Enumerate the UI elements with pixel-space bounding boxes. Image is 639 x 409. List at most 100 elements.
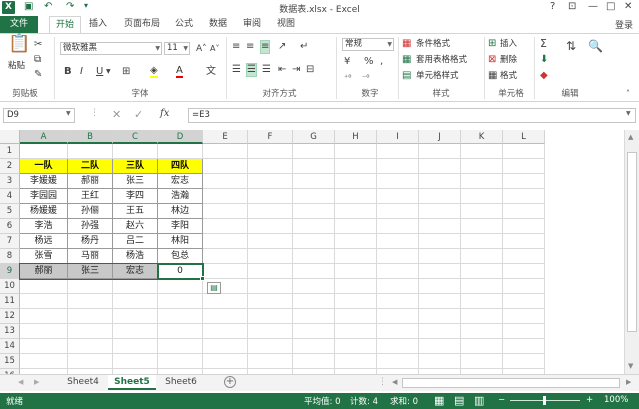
cell-E6[interactable]: [203, 219, 248, 234]
cell-J2[interactable]: [419, 159, 461, 174]
cell-C11[interactable]: [113, 294, 158, 309]
merge-center-icon[interactable]: ⊟: [306, 64, 314, 76]
number-format-select[interactable]: 常规 ▼: [342, 38, 394, 51]
cell-G10[interactable]: [293, 279, 335, 294]
cell-H15[interactable]: [335, 354, 377, 369]
cell-C4[interactable]: 李四: [113, 189, 158, 204]
cell-I4[interactable]: [377, 189, 419, 204]
cell-I13[interactable]: [377, 324, 419, 339]
row-header[interactable]: 5: [0, 204, 20, 219]
font-name-select[interactable]: 微软雅黑 ▼: [60, 42, 162, 55]
cell-B8[interactable]: 马丽: [68, 249, 113, 264]
cell-K11[interactable]: [461, 294, 503, 309]
name-box[interactable]: D9: [3, 108, 75, 123]
increase-font-icon[interactable]: A˄: [196, 43, 207, 55]
align-top-icon[interactable]: ≡: [232, 41, 240, 53]
column-header[interactable]: C: [113, 130, 158, 144]
cell-K15[interactable]: [461, 354, 503, 369]
cell-K10[interactable]: [461, 279, 503, 294]
cell-I15[interactable]: [377, 354, 419, 369]
cell-C10[interactable]: [113, 279, 158, 294]
cell-F2[interactable]: [248, 159, 293, 174]
cell-C8[interactable]: 杨浩: [113, 249, 158, 264]
cell-F5[interactable]: [248, 204, 293, 219]
cell-D12[interactable]: [158, 309, 203, 324]
cell-H7[interactable]: [335, 234, 377, 249]
cell-G13[interactable]: [293, 324, 335, 339]
cell-C5[interactable]: 王五: [113, 204, 158, 219]
cell-E14[interactable]: [203, 339, 248, 354]
page-layout-view-icon[interactable]: ▤: [454, 394, 464, 407]
cell-B13[interactable]: [68, 324, 113, 339]
cell-J9[interactable]: [419, 264, 461, 279]
cell-D3[interactable]: 宏志: [158, 174, 203, 189]
clear-icon[interactable]: ◆: [540, 70, 548, 82]
cell-G2[interactable]: [293, 159, 335, 174]
cell-E8[interactable]: [203, 249, 248, 264]
align-middle-icon[interactable]: ≡: [246, 41, 254, 53]
cell-L14[interactable]: [503, 339, 545, 354]
cell-J3[interactable]: [419, 174, 461, 189]
chevron-down-icon[interactable]: ▼: [106, 66, 111, 78]
cell-C2[interactable]: 三队: [113, 159, 158, 174]
tab-data[interactable]: 数据: [204, 16, 232, 33]
cell-I3[interactable]: [377, 174, 419, 189]
currency-icon[interactable]: ¥: [344, 56, 350, 68]
cell-B3[interactable]: 郝丽: [68, 174, 113, 189]
cell-E4[interactable]: [203, 189, 248, 204]
enter-icon[interactable]: ✓: [134, 108, 143, 121]
row-header[interactable]: 14: [0, 339, 20, 354]
cell-C13[interactable]: [113, 324, 158, 339]
autosum-button[interactable]: Σ: [540, 38, 547, 50]
cell-J11[interactable]: [419, 294, 461, 309]
cell-E13[interactable]: [203, 324, 248, 339]
cell-K12[interactable]: [461, 309, 503, 324]
cell-F8[interactable]: [248, 249, 293, 264]
cell-L15[interactable]: [503, 354, 545, 369]
cell-A13[interactable]: [20, 324, 68, 339]
cell-E9[interactable]: [203, 264, 248, 279]
column-header[interactable]: I: [377, 130, 419, 144]
wrap-text-icon[interactable]: ↵: [300, 41, 308, 53]
cell-F3[interactable]: [248, 174, 293, 189]
cell-K5[interactable]: [461, 204, 503, 219]
collapse-ribbon-icon[interactable]: ˄: [626, 88, 630, 100]
cell-K1[interactable]: [461, 144, 503, 159]
align-bottom-icon[interactable]: ≡: [260, 40, 271, 54]
font-color-icon[interactable]: A: [176, 65, 183, 78]
row-header[interactable]: 2: [0, 159, 20, 174]
bold-button[interactable]: B: [64, 66, 72, 78]
cell-G15[interactable]: [293, 354, 335, 369]
cell-F14[interactable]: [248, 339, 293, 354]
cell-I10[interactable]: [377, 279, 419, 294]
cell-K9[interactable]: [461, 264, 503, 279]
cell-L13[interactable]: [503, 324, 545, 339]
format-as-table-button[interactable]: 套用表格格式: [416, 54, 467, 66]
copy-icon[interactable]: ⧉: [34, 54, 41, 66]
comma-button[interactable]: ,: [380, 56, 383, 68]
cell-B6[interactable]: 孙强: [68, 219, 113, 234]
cell-B12[interactable]: [68, 309, 113, 324]
cell-D13[interactable]: [158, 324, 203, 339]
cell-I8[interactable]: [377, 249, 419, 264]
column-header[interactable]: K: [461, 130, 503, 144]
row-header[interactable]: 7: [0, 234, 20, 249]
cell-A6[interactable]: 李浩: [20, 219, 68, 234]
cell-I7[interactable]: [377, 234, 419, 249]
cell-A14[interactable]: [20, 339, 68, 354]
page-break-view-icon[interactable]: ▥: [474, 394, 484, 407]
cell-L10[interactable]: [503, 279, 545, 294]
cell-D10[interactable]: [158, 279, 203, 294]
cell-H3[interactable]: [335, 174, 377, 189]
row-header[interactable]: 9: [0, 264, 20, 279]
previous-sheet-icon[interactable]: ◀: [18, 378, 23, 386]
cell-D11[interactable]: [158, 294, 203, 309]
minimize-button[interactable]: —: [588, 1, 598, 12]
cell-F1[interactable]: [248, 144, 293, 159]
row-header[interactable]: 3: [0, 174, 20, 189]
cell-E15[interactable]: [203, 354, 248, 369]
cell-G14[interactable]: [293, 339, 335, 354]
row-header[interactable]: 11: [0, 294, 20, 309]
row-header[interactable]: 6: [0, 219, 20, 234]
zoom-level[interactable]: 100%: [604, 395, 628, 405]
